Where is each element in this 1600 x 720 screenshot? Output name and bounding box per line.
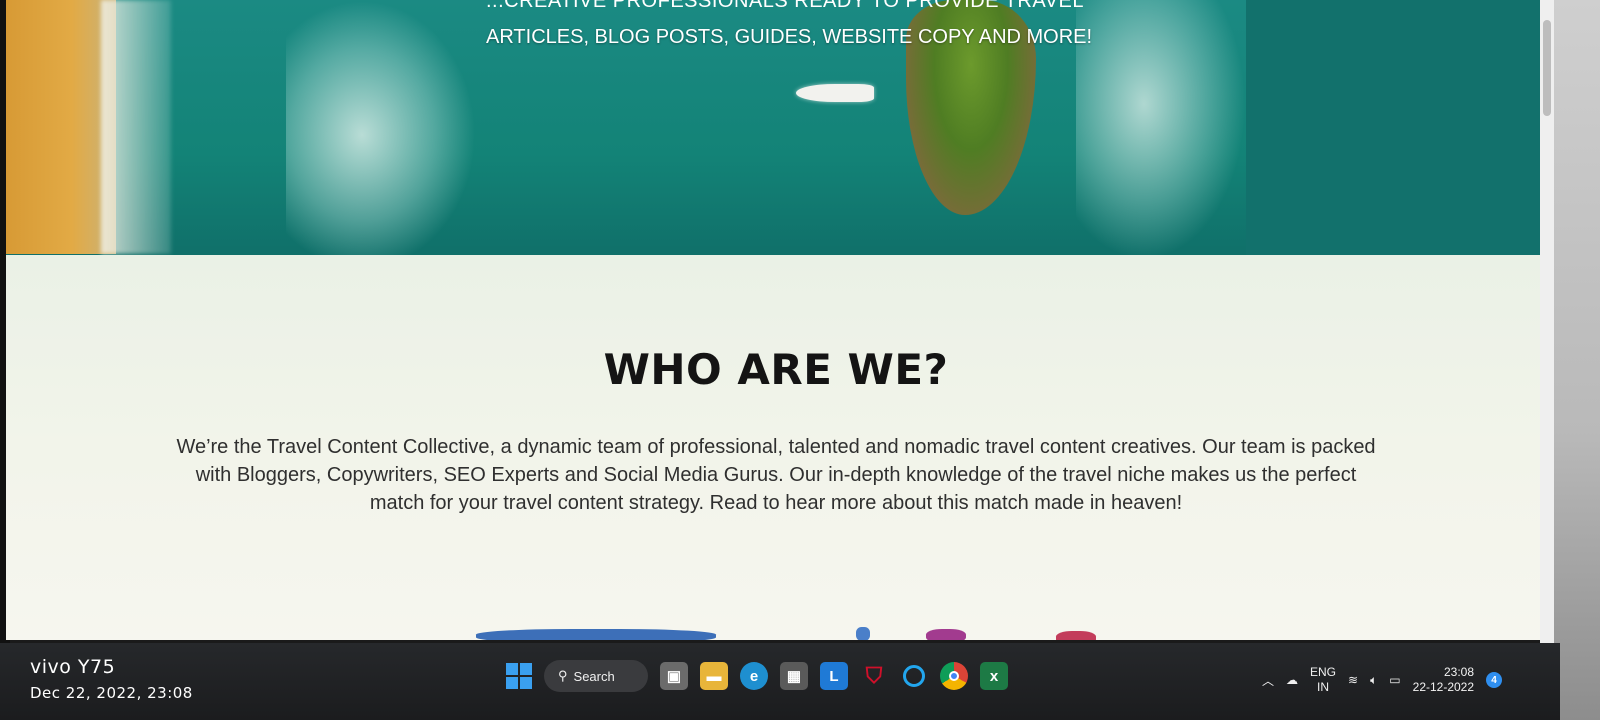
paint-splash	[476, 629, 716, 640]
clock-date: 22-12-2022	[1412, 680, 1475, 694]
hero-surf	[101, 0, 171, 254]
start-button-windows-icon[interactable]	[506, 663, 532, 689]
page-scrollbar[interactable]	[1540, 0, 1554, 660]
mcafee-icon[interactable]: ⛉	[860, 662, 888, 690]
chevron-up-icon[interactable]: ︿	[1262, 672, 1274, 689]
taskbar-search-button[interactable]: ⚲ Search	[544, 660, 648, 692]
language-code: ENG	[1310, 665, 1337, 679]
hero-surf	[1076, 0, 1246, 260]
windows-taskbar: ⚲ Search ▣ ▬ e ▦ L ⛉ x ︿ ☁ ENG IN ≋ 🔈︎ ▭…	[0, 643, 1560, 720]
wifi-icon[interactable]: ≋	[1348, 673, 1358, 687]
excel-icon[interactable]: x	[980, 662, 1008, 690]
task-view-icon[interactable]: ▣	[660, 662, 688, 690]
about-paragraph: We’re the Travel Content Collective, a d…	[176, 436, 1376, 514]
cortana-icon[interactable]	[900, 662, 928, 690]
scrollbar-thumb[interactable]	[1543, 20, 1551, 116]
decorative-paint-splashes	[476, 625, 1096, 640]
edge-icon[interactable]: e	[740, 662, 768, 690]
volume-icon[interactable]: 🔈︎	[1370, 673, 1377, 688]
hero-tagline: ARTICLES, BLOG POSTS, GUIDES, WEBSITE CO…	[486, 26, 1093, 48]
folder-icon[interactable]: ▬	[700, 662, 728, 690]
chrome-icon[interactable]	[940, 662, 968, 690]
hero-banner: ...CREATIVE PROFESSIONALS READY TO PROVI…	[6, 0, 1546, 280]
camera-model: vivo Y75	[30, 656, 116, 678]
taskbar-clock[interactable]: 23:08 22-12-2022	[1413, 665, 1474, 695]
paint-splash	[1056, 631, 1096, 640]
battery-icon[interactable]: ▭	[1389, 673, 1400, 687]
onedrive-cloud-icon[interactable]: ☁	[1286, 673, 1298, 687]
system-tray: ︿ ☁ ENG IN ≋ 🔈︎ ▭ 23:08 22-12-2022 4	[1262, 665, 1503, 695]
notification-badge[interactable]: 4	[1486, 672, 1503, 688]
hero-tagline-top: ...CREATIVE PROFESSIONALS READY TO PROVI…	[486, 0, 1084, 12]
hero-beach-sand	[6, 0, 116, 254]
hero-deep-water	[1246, 0, 1546, 280]
about-section: WHO ARE WE? We’re the Travel Content Col…	[6, 255, 1546, 640]
paint-splash	[856, 627, 870, 640]
taskbar-search-label: Search	[573, 668, 615, 684]
hero-surf	[286, 0, 476, 270]
language-indicator[interactable]: ENG IN	[1310, 665, 1336, 695]
store-icon[interactable]: ▦	[780, 662, 808, 690]
camera-watermark: vivo Y75 Dec 22, 2022, 23:08	[30, 656, 193, 702]
taskbar-pinned-apps: ⚲ Search ▣ ▬ e ▦ L ⛉ x	[506, 659, 1008, 693]
desk-background	[1548, 0, 1600, 720]
browser-viewport: ...CREATIVE PROFESSIONALS READY TO PROVI…	[6, 0, 1546, 640]
camera-datetime: Dec 22, 2022, 23:08	[30, 684, 193, 702]
about-title: WHO ARE WE?	[603, 345, 949, 394]
paint-splash	[926, 629, 966, 640]
clock-time: 23:08	[1444, 665, 1475, 679]
search-icon: ⚲	[558, 668, 568, 683]
l-app-icon[interactable]: L	[820, 662, 848, 690]
hero-boat	[796, 84, 874, 102]
region-code: IN	[1317, 680, 1330, 694]
